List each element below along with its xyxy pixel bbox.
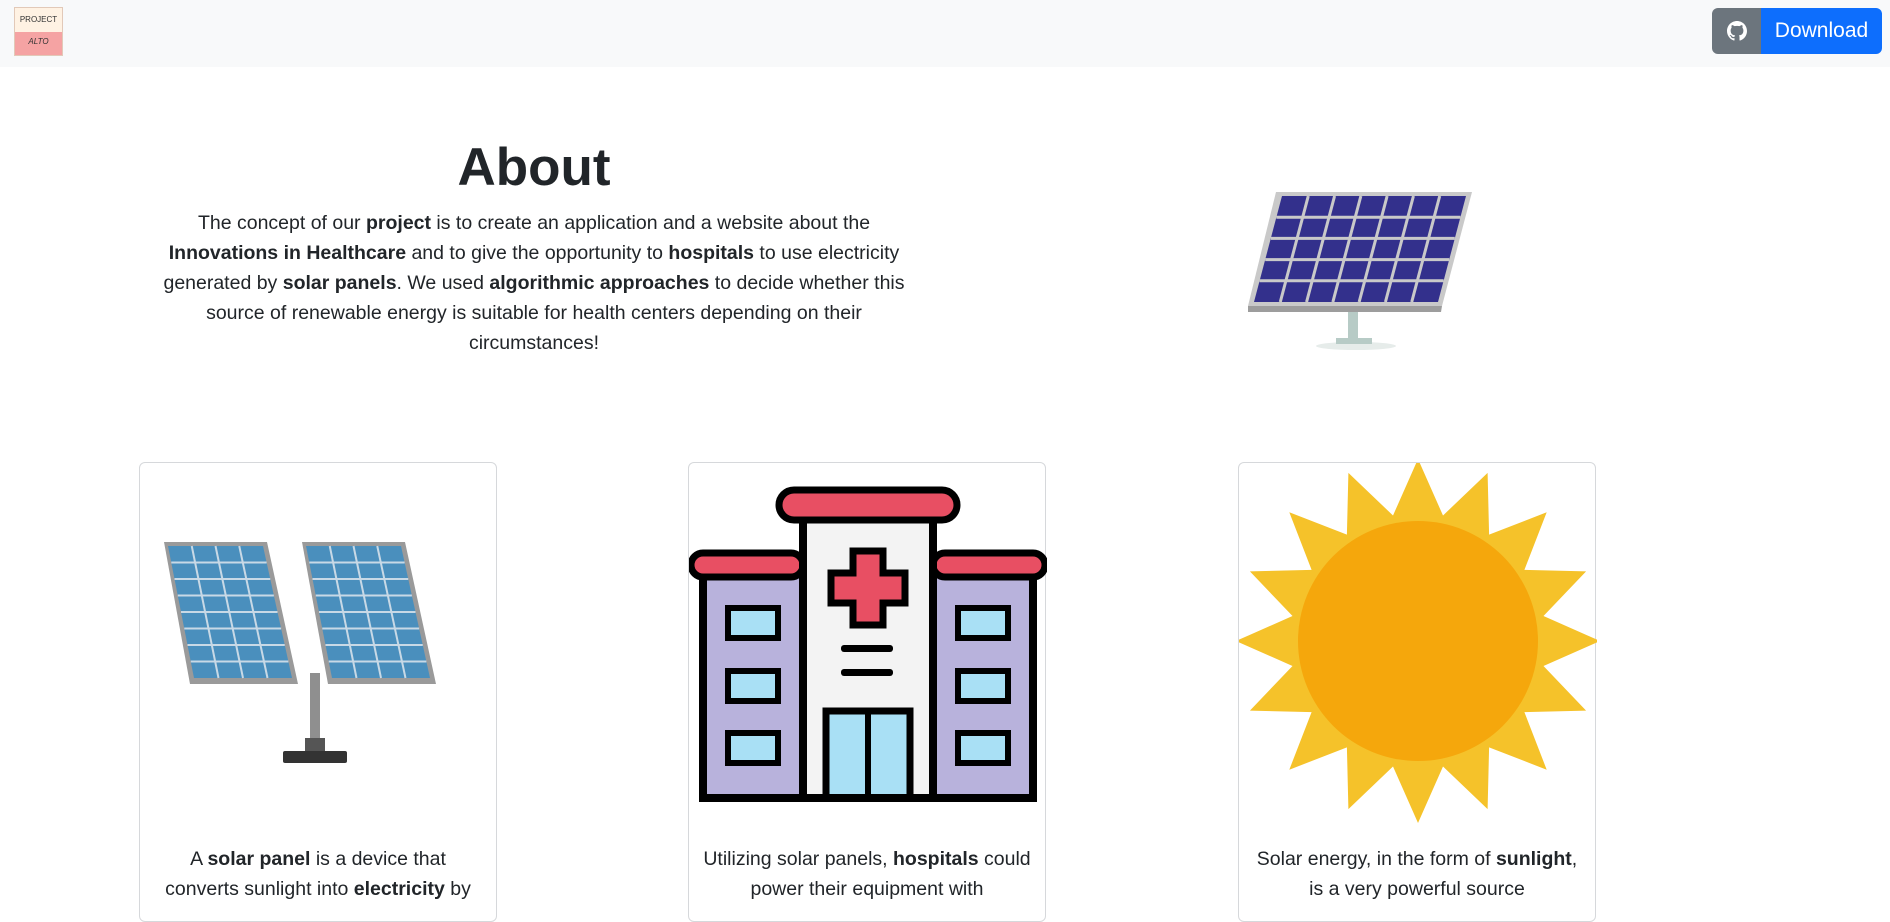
github-button[interactable] [1712, 8, 1762, 54]
solar-panels-icon [164, 542, 436, 763]
download-button[interactable]: Download [1761, 8, 1882, 54]
logo[interactable]: PROJECT ALTO [14, 7, 63, 56]
about-description: The concept of our project is to create … [163, 212, 905, 354]
about-title: About [457, 138, 611, 197]
card-hospital: Utilizing solar panels, hospitals could … [688, 462, 1047, 922]
card-text: Solar energy, in the form of sunlight, i… [1256, 848, 1578, 900]
logo-line-1: PROJECT [15, 8, 62, 32]
card-text: Utilizing solar panels, hospitals could … [703, 848, 1031, 900]
hospital-icon [689, 486, 1047, 802]
solar-panel-hero-icon [1248, 192, 1472, 350]
logo-line-2: ALTO [15, 32, 62, 55]
card-solar-panel: A solar panel is a device that converts … [139, 462, 497, 922]
card-sun: Solar energy, in the form of sunlight, i… [1238, 462, 1597, 922]
sun-icon [1239, 463, 1597, 823]
navbar: PROJECT ALTO Download [0, 0, 1890, 67]
github-icon [1727, 21, 1747, 41]
card-text: A solar panel is a device that converts … [165, 848, 471, 900]
